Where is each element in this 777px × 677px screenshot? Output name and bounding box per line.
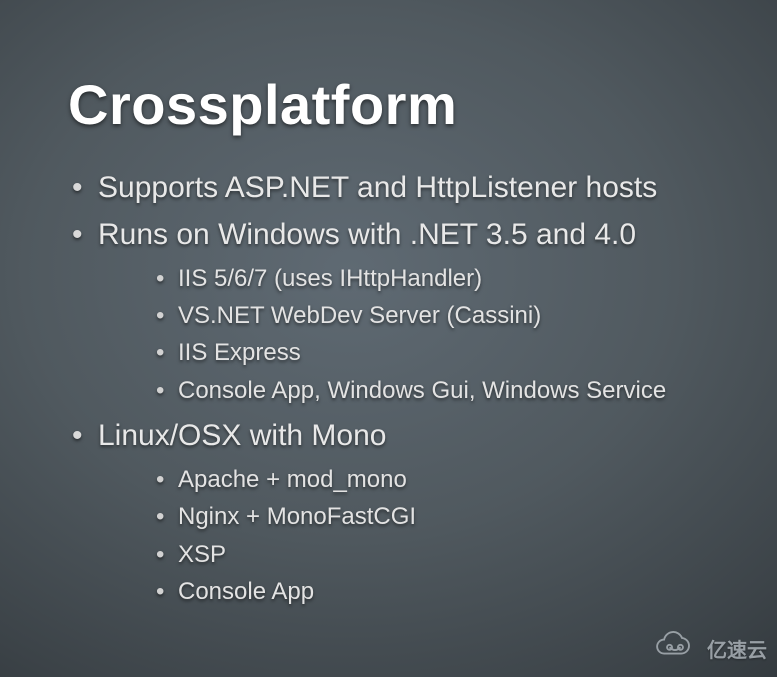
sub-bullet-item: Console App — [156, 573, 727, 610]
watermark-text: 亿速云 — [707, 634, 767, 663]
sub-bullet-item: IIS 5/6/7 (uses IHttpHandler) — [156, 260, 727, 297]
sub-bullet-text: Console App — [178, 578, 314, 605]
watermark: 亿速云 — [649, 631, 767, 665]
bullet-text: Supports ASP.NET and HttpListener hosts — [98, 171, 657, 204]
bullet-text: Runs on Windows with .NET 3.5 and 4.0 — [98, 218, 636, 251]
bullet-item: Supports ASP.NET and HttpListener hosts — [68, 165, 727, 212]
sub-bullet-text: IIS 5/6/7 (uses IHttpHandler) — [178, 265, 482, 292]
sub-bullet-item: IIS Express — [156, 334, 727, 371]
bullet-item: Linux/OSX with Mono Apache + mod_mono Ng… — [68, 413, 727, 614]
sub-bullet-text: Apache + mod_mono — [178, 466, 407, 493]
sub-bullet-text: IIS Express — [178, 339, 301, 366]
sub-bullet-list: Apache + mod_mono Nginx + MonoFastCGI XS… — [98, 459, 727, 614]
slide-title: Crossplatform — [68, 72, 727, 137]
bullet-item: Runs on Windows with .NET 3.5 and 4.0 II… — [68, 212, 727, 413]
bullet-list: Supports ASP.NET and HttpListener hosts … — [68, 165, 727, 614]
sub-bullet-text: Console App, Windows Gui, Windows Servic… — [178, 377, 666, 404]
sub-bullet-item: VS.NET WebDev Server (Cassini) — [156, 297, 727, 334]
sub-bullet-item: Console App, Windows Gui, Windows Servic… — [156, 372, 727, 409]
sub-bullet-text: Nginx + MonoFastCGI — [178, 503, 416, 530]
sub-bullet-list: IIS 5/6/7 (uses IHttpHandler) VS.NET Web… — [98, 258, 727, 413]
sub-bullet-item: Apache + mod_mono — [156, 461, 727, 498]
sub-bullet-text: XSP — [178, 541, 226, 568]
sub-bullet-item: Nginx + MonoFastCGI — [156, 498, 727, 535]
sub-bullet-text: VS.NET WebDev Server (Cassini) — [178, 302, 541, 329]
bullet-text: Linux/OSX with Mono — [98, 419, 386, 452]
slide: Crossplatform Supports ASP.NET and HttpL… — [0, 0, 777, 677]
sub-bullet-item: XSP — [156, 536, 727, 573]
cloud-icon — [649, 631, 701, 665]
